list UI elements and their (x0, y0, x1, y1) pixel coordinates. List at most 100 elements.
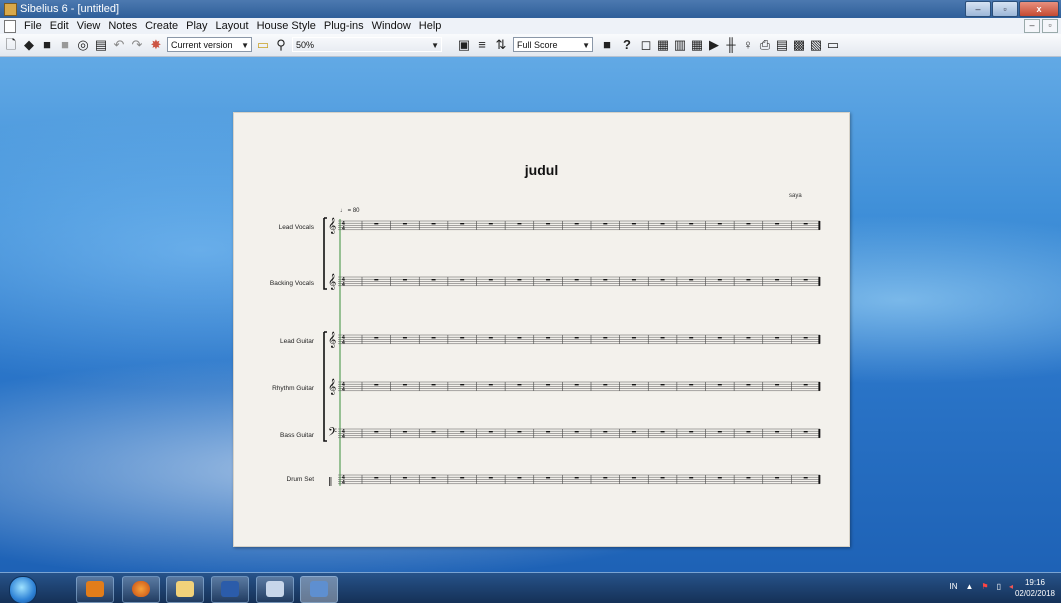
menu-notes[interactable]: Notes (104, 19, 141, 33)
score-page[interactable]: judul saya ♩ = 80 Lead Vocals Backing Vo… (233, 112, 850, 547)
video-icon[interactable]: ▥ (673, 38, 687, 52)
undo-icon[interactable]: ↶ (112, 38, 126, 52)
menu-edit[interactable]: Edit (46, 19, 73, 33)
menu-file[interactable]: File (20, 19, 46, 33)
window-title: Sibelius 6 - [untitled] (20, 3, 120, 15)
whole-rest (775, 431, 780, 433)
ideas-icon[interactable]: ♀ (741, 38, 755, 52)
version-icon[interactable]: ✸ (149, 38, 163, 52)
action-center-flag-icon[interactable]: ⚑ (981, 582, 988, 591)
whole-rest (460, 279, 465, 281)
taskbar-media-player[interactable] (76, 576, 114, 603)
kontakt-icon[interactable]: ▩ (792, 38, 806, 52)
menu-view[interactable]: View (73, 19, 105, 33)
whole-rest (402, 477, 407, 479)
whole-rest (660, 477, 665, 479)
document-window-controls: – ▫ (1024, 19, 1058, 33)
doc-minimize-button[interactable]: – (1024, 19, 1040, 33)
help-icon[interactable]: ? (620, 38, 634, 52)
menu-window[interactable]: Window (368, 19, 415, 33)
open-file-icon[interactable]: ◆ (22, 38, 36, 52)
whole-rest (603, 337, 608, 339)
worksheet-icon[interactable]: ▭ (826, 38, 840, 52)
clock-time: 19:16 (1024, 578, 1045, 587)
whole-rest (603, 223, 608, 225)
clef-symbol: 𝄞 (328, 379, 336, 395)
menu-help[interactable]: Help (415, 19, 446, 33)
language-indicator[interactable]: IN (949, 582, 957, 591)
zoom-icon[interactable]: ⚲ (274, 38, 288, 52)
taskbar-word[interactable] (211, 576, 249, 603)
whole-rest (631, 384, 636, 386)
title-bar[interactable]: Sibelius 6 - [untitled] – ▫ x (0, 0, 1061, 18)
clef-symbol: 𝄞 (328, 218, 336, 234)
redo-icon[interactable]: ↷ (130, 38, 144, 52)
playback-icon[interactable]: ▶ (707, 38, 721, 52)
focus-staves-icon[interactable]: ≡ (475, 38, 489, 52)
sibelius-app-icon[interactable] (4, 3, 17, 16)
properties-panel-icon[interactable]: ▤ (775, 38, 789, 52)
whole-rest (746, 223, 751, 225)
toolbar: 🗋 ◆ ■ ■ ◎ ▤ ↶ ↷ ✸ Current version ▼ ▭ ⚲ … (0, 34, 1061, 57)
media-player-icon (86, 581, 104, 597)
save-disabled-icon[interactable]: ■ (58, 38, 72, 52)
chevron-down-icon: ▼ (241, 41, 249, 50)
transport-icon[interactable]: ▧ (809, 38, 823, 52)
whole-rest (460, 337, 465, 339)
start-button[interactable] (9, 576, 37, 603)
whole-rest (374, 384, 379, 386)
close-button[interactable]: x (1019, 1, 1059, 17)
panorama-icon[interactable]: ▣ (457, 38, 471, 52)
minimize-button[interactable]: – (965, 1, 991, 17)
version-select[interactable]: Current version ▼ (167, 37, 252, 52)
taskbar-sibelius[interactable] (300, 576, 338, 603)
chevron-down-icon: ▼ (582, 41, 590, 50)
staves-canvas[interactable]: 𝄞 44𝄞 44𝄞 44𝄞 44𝄢 44‖ 44 (234, 113, 849, 546)
time-signature-bottom: 4 (342, 480, 345, 486)
battery-icon[interactable]: ▯ (997, 582, 1001, 591)
whole-rest (431, 431, 436, 433)
whole-rest (431, 477, 436, 479)
properties-icon[interactable]: ⎙ (758, 38, 772, 52)
save-icon[interactable]: ■ (40, 38, 54, 52)
navigator-icon[interactable]: ◻ (639, 38, 653, 52)
menu-house-style[interactable]: House Style (253, 19, 320, 33)
whole-rest (603, 384, 608, 386)
whole-rest (460, 477, 465, 479)
maximize-button[interactable]: ▫ (992, 1, 1018, 17)
whole-rest (517, 477, 522, 479)
taskbar-explorer[interactable] (166, 576, 204, 603)
scan-icon[interactable]: ◎ (76, 38, 90, 52)
whole-rest (603, 477, 608, 479)
whole-rest (803, 477, 808, 479)
whole-rest (517, 337, 522, 339)
menu-play[interactable]: Play (182, 19, 211, 33)
menu-create[interactable]: Create (141, 19, 182, 33)
view-select[interactable]: Full Score ▼ (513, 37, 593, 52)
menu-plug-ins[interactable]: Plug-ins (320, 19, 368, 33)
show-hidden-icons-icon[interactable]: ▲ (965, 582, 973, 591)
whole-rest (546, 384, 551, 386)
whole-rest (402, 223, 407, 225)
clock[interactable]: 19:16 02/02/2018 (1015, 577, 1055, 599)
taskbar-paint[interactable] (256, 576, 294, 603)
parts-icon[interactable]: ■ (600, 38, 614, 52)
whole-rest (660, 337, 665, 339)
menu-layout[interactable]: Layout (212, 19, 253, 33)
zoom-select[interactable]: 50% ▼ (292, 37, 442, 52)
new-file-icon[interactable]: 🗋 (4, 38, 18, 52)
volume-icon[interactable]: ◂ (1009, 582, 1013, 591)
whole-rest (574, 431, 579, 433)
print-icon[interactable]: ▤ (94, 38, 108, 52)
mixer-icon[interactable]: ▦ (690, 38, 704, 52)
keypad-icon[interactable]: ▦ (656, 38, 670, 52)
transpose-icon[interactable]: ⇅ (494, 38, 508, 52)
note-icon[interactable]: ▭ (256, 38, 270, 52)
doc-restore-button[interactable]: ▫ (1042, 19, 1058, 33)
whole-rest (574, 223, 579, 225)
taskbar-firefox[interactable] (122, 576, 160, 603)
document-icon[interactable] (4, 20, 16, 33)
whole-rest (574, 337, 579, 339)
mixer-faders-icon[interactable]: ╫ (724, 38, 738, 52)
whole-rest (717, 431, 722, 433)
